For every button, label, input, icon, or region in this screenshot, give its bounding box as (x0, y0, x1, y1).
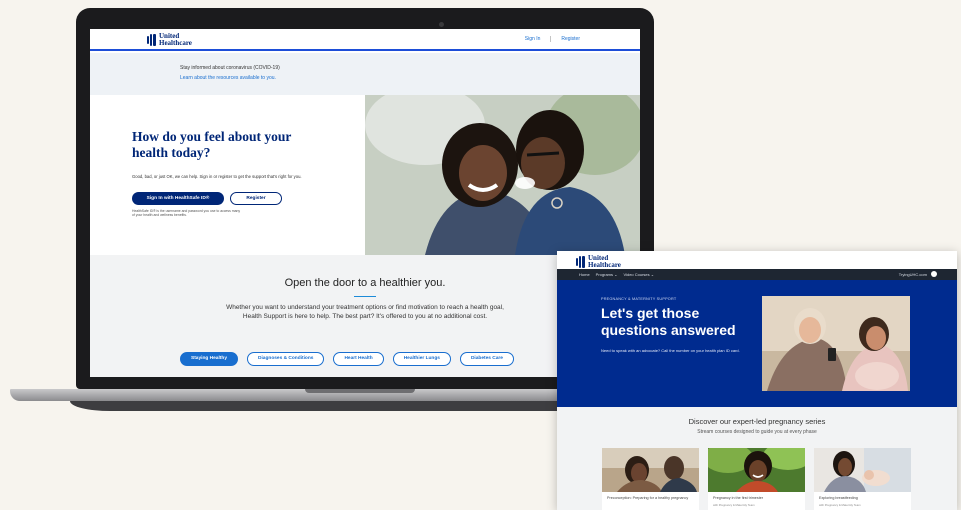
series-title: Discover our expert-led pregnancy series (688, 417, 826, 426)
logo-line-2: Healthcare (159, 39, 192, 47)
pregnancy-hero: PREGNANCY & MATERNITY SUPPORT Let's get … (557, 280, 957, 407)
course-card[interactable]: Pregnancy in the first trimester with Pr… (708, 448, 805, 510)
hero-subtitle: Good, bad, or just OK, we can help. Sign… (132, 174, 302, 179)
two-women-hugging-illustration (365, 95, 640, 255)
sign-in-link[interactable]: Sign In (525, 36, 541, 42)
account-icon[interactable] (931, 271, 937, 277)
pregnancy-series-section: Discover our expert-led pregnancy series… (557, 407, 957, 510)
window-header: United Healthcare (557, 251, 957, 269)
pregnancy-page-window: United Healthcare Home Programs ⌄ Video … (557, 251, 957, 510)
sign-in-healthsafe-button[interactable]: Sign In with HealthSafe ID® (132, 192, 224, 205)
register-button[interactable]: Register (230, 192, 282, 205)
unitedhealthcare-logo[interactable]: United Healthcare (147, 33, 192, 47)
chip-staying-healthy[interactable]: Staying Healthy (180, 352, 238, 366)
course-meta: with Pregnancy & Maternity Team (713, 503, 755, 507)
course-card[interactable]: Exploring breastfeeding with Pregnancy &… (814, 448, 911, 510)
chip-diagnoses-conditions[interactable]: Diagnoses & Conditions (247, 352, 325, 366)
pregnancy-hero-title: Let's get those questions answered (601, 305, 736, 338)
logo-text: United Healthcare (588, 255, 621, 269)
hero-photo (365, 95, 640, 255)
nav-account[interactable]: TryingUHC.com (899, 271, 937, 277)
hero-section: How do you feel about your health today?… (90, 95, 640, 255)
breastfeeding-course-image (814, 448, 911, 492)
covid-banner-title: Stay informed about coronavirus (COVID-1… (180, 65, 280, 71)
course-title: Pregnancy in the first trimester (713, 496, 764, 500)
unitedhealthcare-logo[interactable]: United Healthcare (576, 255, 621, 269)
laptop-notch (305, 389, 415, 393)
covid-resources-link[interactable]: Learn about the resources available to y… (180, 75, 276, 81)
course-cards: Preconception: Preparing for a healthy p… (602, 448, 911, 510)
chip-healthier-lungs[interactable]: Healthier Lungs (392, 352, 451, 366)
logo-mark-icon (147, 34, 156, 46)
first-trimester-course-image (708, 448, 805, 492)
nav-home[interactable]: Home (579, 272, 590, 277)
open-door-body: Whether you want to understand your trea… (226, 304, 504, 320)
course-title: Preconception: Preparing for a healthy p… (607, 496, 689, 500)
course-meta: with Pregnancy & Maternity Team (819, 503, 861, 507)
site-header: United Healthcare Sign In Register (90, 29, 640, 51)
chip-heart-health[interactable]: Heart Health (333, 352, 384, 366)
course-card[interactable]: Preconception: Preparing for a healthy p… (602, 448, 699, 510)
section-divider (354, 296, 376, 297)
nav-programs[interactable]: Programs ⌄ (596, 272, 618, 277)
covid-banner: Stay informed about coronavirus (COVID-1… (90, 53, 640, 95)
nav-items: Home Programs ⌄ Video Courses ⌄ (579, 272, 654, 277)
two-women-phone-illustration (762, 296, 910, 391)
register-link[interactable]: Register (550, 36, 580, 42)
header-links: Sign In Register (525, 36, 580, 42)
nav-video-courses[interactable]: Video Courses ⌄ (623, 272, 654, 277)
window-nav-bar: Home Programs ⌄ Video Courses ⌄ TryingUH… (557, 269, 957, 280)
hero-eyebrow: PREGNANCY & MATERNITY SUPPORT (601, 297, 677, 301)
logo-text: United Healthcare (159, 33, 192, 47)
topic-chips: Staying Healthy Diagnoses & Conditions H… (180, 352, 514, 366)
course-title: Exploring breastfeeding (819, 496, 858, 500)
series-subtitle: Stream courses designed to guide you at … (697, 429, 817, 435)
pregnancy-hero-photo (762, 296, 910, 391)
hero-title: How do you feel about your health today? (132, 129, 292, 160)
healthsafe-note: HealthSafe ID® is the username and passw… (132, 209, 241, 218)
chip-diabetes-care[interactable]: Diabetes Care (459, 352, 514, 366)
preconception-course-image (602, 448, 699, 492)
pregnancy-hero-subtitle: Need to speak with an advocate? Call the… (601, 348, 740, 353)
nav-site-link[interactable]: TryingUHC.com (899, 272, 927, 277)
logo-line-2: Healthcare (588, 261, 621, 269)
camera-dot (439, 22, 444, 27)
logo-mark-icon (576, 256, 585, 268)
